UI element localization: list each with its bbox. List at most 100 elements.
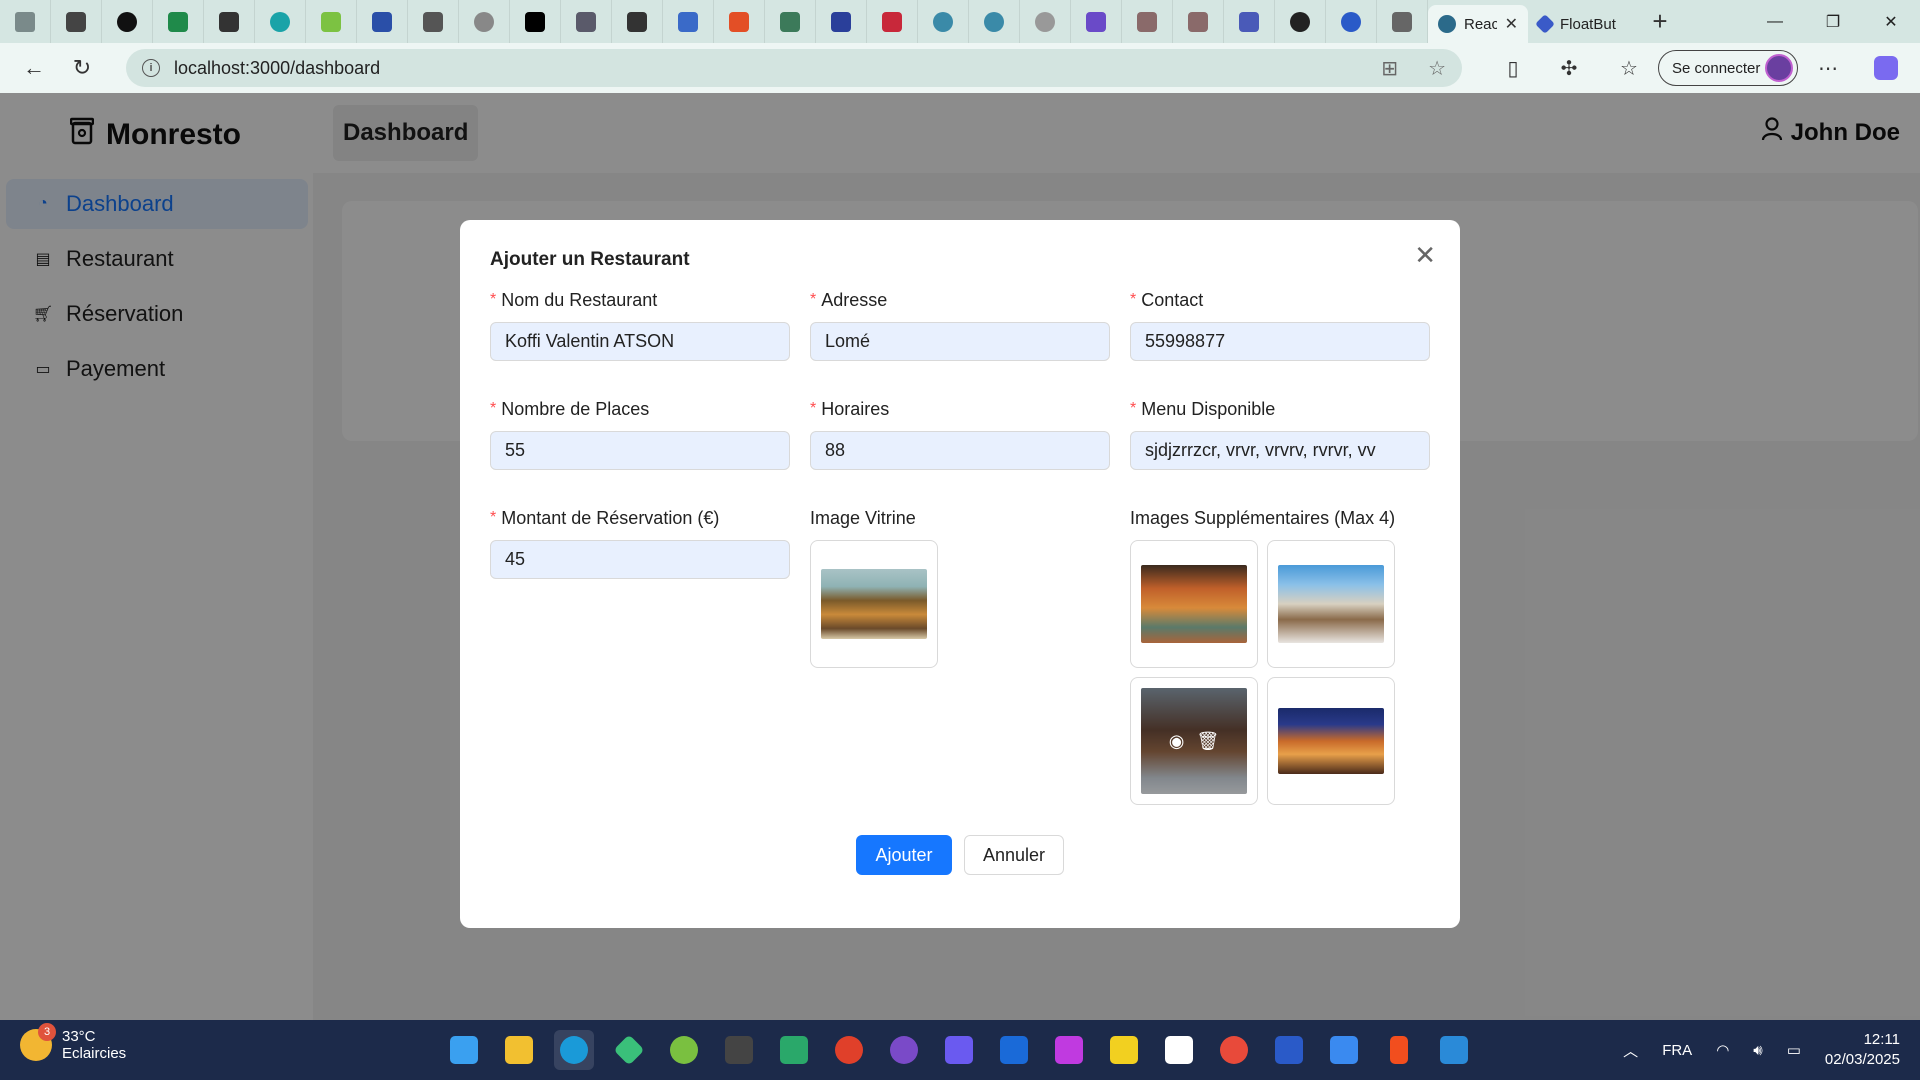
github-icon[interactable] [884, 1030, 924, 1070]
signin-button[interactable]: Se connecter [1658, 50, 1798, 86]
taskbar-app-icon[interactable] [939, 1030, 979, 1070]
places-input[interactable]: 55 [490, 431, 790, 470]
taskbar-app-icon[interactable] [1159, 1030, 1199, 1070]
close-window-icon[interactable]: ✕ [1862, 0, 1920, 43]
modal-title: Ajouter un Restaurant [490, 249, 690, 270]
taskbar-app-icon[interactable] [664, 1030, 704, 1070]
pinned-tab[interactable] [459, 0, 510, 43]
montant-input[interactable]: 45 [490, 540, 790, 579]
tab-floatbutton[interactable]: FloatBut [1528, 5, 1638, 43]
extra-image-thumb[interactable] [1267, 540, 1395, 668]
cancel-button[interactable]: Annuler [964, 835, 1064, 875]
eye-icon[interactable]: ◉ [1169, 731, 1185, 752]
weather-widget[interactable]: 3 33°C Eclaircies [20, 1023, 126, 1062]
taskbar-app-icon[interactable] [719, 1030, 759, 1070]
taskbar-app-icon[interactable] [1214, 1030, 1254, 1070]
tab-actions-icon[interactable] [0, 0, 51, 43]
extensions-icon[interactable]: ✣ [1554, 53, 1584, 83]
pinned-tab[interactable] [1173, 0, 1224, 43]
figma-icon[interactable] [1379, 1030, 1419, 1070]
pinned-tab[interactable] [1377, 0, 1428, 43]
taskbar-app-icon[interactable] [774, 1030, 814, 1070]
taskbar-app-icon[interactable] [1049, 1030, 1089, 1070]
pinned-tab[interactable] [153, 0, 204, 43]
volume-icon[interactable]: 🔊︎ [1753, 1042, 1762, 1059]
pinned-tab[interactable] [357, 0, 408, 43]
pinned-tab[interactable] [1224, 0, 1275, 43]
more-icon[interactable]: ⋯ [1813, 53, 1843, 83]
clock[interactable]: 12:11 02/03/2025 [1825, 1030, 1900, 1070]
windows-start-icon[interactable] [444, 1030, 484, 1070]
refresh-icon[interactable]: ↻ [60, 48, 104, 88]
pinned-tab[interactable] [765, 0, 816, 43]
pinned-tab[interactable] [306, 0, 357, 43]
close-icon[interactable]: ✕ [1414, 240, 1436, 271]
images-supp-label: Images Supplémentaires (Max 4) [1130, 507, 1396, 528]
minimize-icon[interactable]: — [1746, 0, 1804, 43]
file-explorer-icon[interactable] [499, 1030, 539, 1070]
info-icon[interactable]: i [142, 59, 160, 77]
menu-input[interactable]: sjdjzrrzcr, vrvr, vrvrv, rvrvr, vv [1130, 431, 1430, 470]
pinned-tab[interactable] [714, 0, 765, 43]
notification-badge: 3 [38, 1023, 56, 1041]
vscode-icon[interactable] [1434, 1030, 1474, 1070]
pinned-tab[interactable] [1122, 0, 1173, 43]
miro-icon[interactable] [1104, 1030, 1144, 1070]
submit-button[interactable]: Ajouter [856, 835, 952, 875]
field-label: * Adresse [810, 288, 1110, 312]
tab-react-active[interactable]: Reac ✕ [1428, 5, 1528, 43]
reading-icon[interactable]: ▯ [1498, 53, 1528, 83]
tab-title: Reac [1464, 15, 1497, 33]
favorite-star-icon[interactable]: ☆ [1428, 56, 1446, 81]
adresse-input[interactable]: Lomé [810, 322, 1110, 361]
pinned-tab[interactable] [867, 0, 918, 43]
pinned-tab[interactable] [255, 0, 306, 43]
required-marker: * [490, 291, 497, 308]
taskbar-app-icon[interactable] [829, 1030, 869, 1070]
pinned-tab[interactable] [102, 0, 153, 43]
pinned-tab[interactable] [663, 0, 714, 43]
pinned-tab[interactable] [918, 0, 969, 43]
pinned-tab[interactable] [969, 0, 1020, 43]
back-icon[interactable]: ← [12, 48, 56, 88]
date: 02/03/2025 [1824, 1051, 1900, 1068]
image-vitrine-thumb[interactable] [810, 540, 938, 668]
extra-image-thumb[interactable] [1130, 540, 1258, 668]
pinned-tab[interactable] [510, 0, 561, 43]
extra-image-thumb[interactable] [1267, 677, 1395, 805]
copilot-icon[interactable] [1871, 53, 1901, 83]
browser-toolbar: ← ↻ i localhost:3000/dashboard ⊞ ☆ ▯ ✣ ☆… [0, 43, 1920, 93]
new-tab-button[interactable]: + [1638, 0, 1682, 43]
todo-icon[interactable] [1324, 1030, 1364, 1070]
pinned-tab[interactable] [612, 0, 663, 43]
taskbar-app-icon[interactable] [1269, 1030, 1309, 1070]
favorites-icon[interactable]: ☆ [1614, 53, 1644, 83]
address-bar[interactable]: i localhost:3000/dashboard ⊞ ☆ [126, 49, 1462, 87]
pinned-tab[interactable] [561, 0, 612, 43]
pinned-tab[interactable] [1020, 0, 1071, 43]
language-indicator[interactable]: FRA [1662, 1042, 1692, 1059]
battery-icon[interactable]: ▭ [1787, 1041, 1801, 1059]
restore-icon[interactable]: ❐ [1804, 0, 1862, 43]
pinned-tab[interactable] [408, 0, 459, 43]
pinned-tab[interactable] [816, 0, 867, 43]
github-icon[interactable] [1275, 0, 1326, 43]
workspaces-icon[interactable] [51, 0, 102, 43]
nom-input[interactable]: Koffi Valentin ATSON [490, 322, 790, 361]
restaurant-photo: ◉ 🗑︎ [1141, 688, 1247, 794]
wifi-icon[interactable]: ◠ [1716, 1041, 1729, 1059]
apps-icon[interactable]: ⊞ [1381, 56, 1398, 81]
pinned-tab[interactable] [204, 0, 255, 43]
contact-input[interactable]: 55998877 [1130, 322, 1430, 361]
trello-icon[interactable] [994, 1030, 1034, 1070]
edge-icon[interactable] [554, 1030, 594, 1070]
taskbar-app-icon[interactable] [609, 1030, 649, 1070]
delete-icon[interactable]: 🗑︎ [1196, 731, 1219, 752]
extra-image-thumb[interactable]: ◉ 🗑︎ [1130, 677, 1258, 805]
url-text[interactable]: localhost:3000/dashboard [174, 58, 380, 79]
pinned-tab[interactable] [1071, 0, 1122, 43]
pinned-tab[interactable] [1326, 0, 1377, 43]
horaires-input[interactable]: 88 [810, 431, 1110, 470]
close-icon[interactable]: ✕ [1505, 14, 1518, 34]
chevron-up-icon[interactable]: ︿ [1623, 1040, 1638, 1061]
